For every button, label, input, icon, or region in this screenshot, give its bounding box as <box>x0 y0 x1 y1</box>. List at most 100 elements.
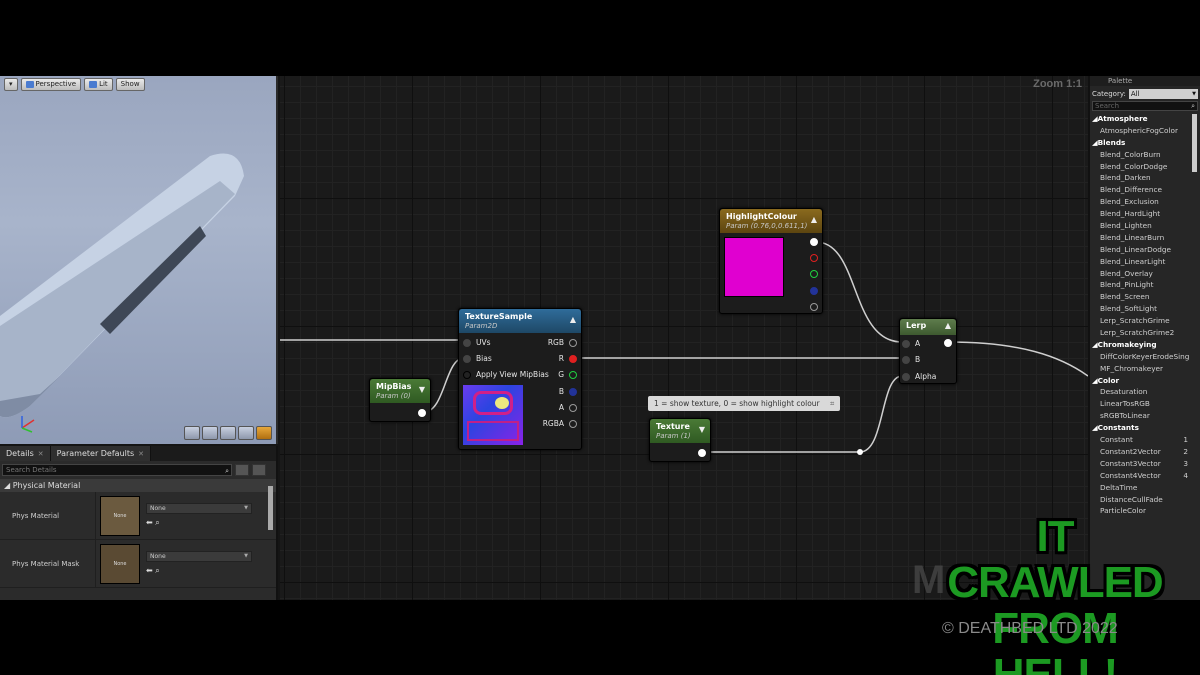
collapse-icon[interactable]: ▲ <box>570 315 576 324</box>
palette-item[interactable]: Constant 1 <box>1090 434 1200 446</box>
palette-group[interactable]: ◢Chromakeying <box>1090 339 1200 351</box>
cube-preview-button[interactable] <box>238 426 254 440</box>
palette-item[interactable]: Blend_ColorBurn <box>1090 149 1200 161</box>
show-button[interactable]: Show <box>115 78 145 91</box>
phys-material-mask-thumbnail[interactable]: None <box>100 543 140 584</box>
palette-scrollbar[interactable] <box>1192 114 1197 172</box>
phys-material-thumbnail[interactable]: None <box>100 495 140 536</box>
collapse-icon[interactable]: ▼ <box>419 385 425 394</box>
palette-item[interactable]: Constant2Vector 2 <box>1090 446 1200 458</box>
preview-viewport[interactable]: ▾ Perspective Lit Show <box>0 76 278 444</box>
node-texture[interactable]: Texture Param (1) ▼ <box>649 418 711 462</box>
palette-group[interactable]: ◢Constants <box>1090 422 1200 434</box>
pin-rgba[interactable] <box>810 238 818 246</box>
sphere-preview-button[interactable] <box>202 426 218 440</box>
palette-item[interactable]: DeltaTime <box>1090 482 1200 494</box>
tab-parameter-defaults[interactable]: Parameter Defaults ✕ <box>50 446 152 461</box>
palette-item[interactable]: Blend_Darken <box>1090 172 1200 184</box>
collapse-icon[interactable]: ▲ <box>945 321 951 330</box>
tab-details[interactable]: Details ✕ <box>0 446 51 461</box>
palette-item[interactable]: Blend_HardLight <box>1090 208 1200 220</box>
pin-output[interactable] <box>418 409 426 417</box>
palette-group[interactable]: ◢Color <box>1090 375 1200 387</box>
details-panel: Details ✕ Parameter Defaults ✕ Search De… <box>0 446 278 600</box>
close-icon[interactable]: ✕ <box>138 450 144 458</box>
lit-button[interactable]: Lit <box>84 78 113 91</box>
view-options-button[interactable] <box>252 464 266 476</box>
palette-item[interactable]: Constant4Vector 4 <box>1090 470 1200 482</box>
phys-material-mask-dropdown[interactable]: None <box>146 551 252 562</box>
pin-b[interactable]: B <box>902 355 920 364</box>
comment-bubble[interactable]: 1 = show texture, 0 = show highlight col… <box>648 396 841 411</box>
pin-bias[interactable]: Bias <box>463 354 492 363</box>
palette-item[interactable]: Constant3Vector 3 <box>1090 458 1200 470</box>
palette-item[interactable]: Blend_Difference <box>1090 184 1200 196</box>
palette-item[interactable]: Blend_SoftLight <box>1090 303 1200 315</box>
palette-item[interactable]: Blend_Exclusion <box>1090 196 1200 208</box>
pin-a[interactable]: A <box>902 339 920 348</box>
palette-item[interactable]: sRGBToLinear <box>1090 410 1200 422</box>
browse-search-icon[interactable]: ⌕ <box>155 518 159 527</box>
property-matrix-button[interactable] <box>235 464 249 476</box>
palette-item[interactable]: Blend_PinLight <box>1090 279 1200 291</box>
palette-item-label: DistanceCullFade <box>1100 494 1163 504</box>
palette-item[interactable]: Blend_Screen <box>1090 291 1200 303</box>
pin-output[interactable] <box>944 339 952 347</box>
palette-item[interactable]: Blend_Overlay <box>1090 268 1200 280</box>
pin-output[interactable] <box>698 449 706 457</box>
node-title: Texture <box>656 422 690 431</box>
collapse-icon[interactable]: ▲ <box>811 215 817 224</box>
pin-rgb[interactable]: RGB <box>548 338 577 347</box>
palette-item[interactable]: MF_Chromakeyer <box>1090 363 1200 375</box>
palette-item[interactable]: Blend_ColorDodge <box>1090 161 1200 173</box>
close-icon[interactable]: ✕ <box>38 450 44 458</box>
pin-a[interactable] <box>810 303 818 311</box>
palette-item[interactable]: Lerp_ScratchGrime <box>1090 315 1200 327</box>
pin-apply-view-mipbias[interactable]: Apply View MipBias <box>463 370 549 379</box>
node-highlight-colour[interactable]: HighlightColour Param (0.76,0,0.611,1) ▲ <box>719 208 823 314</box>
category-dropdown[interactable]: All <box>1128 89 1198 99</box>
phys-material-dropdown[interactable]: None <box>146 503 252 514</box>
use-selected-arrow-icon[interactable]: ⬅ <box>146 518 153 527</box>
palette-item[interactable]: AtmosphericFogColor <box>1090 125 1200 137</box>
palette-search-input[interactable]: Search <box>1092 101 1198 111</box>
pin-b[interactable]: B <box>559 387 577 396</box>
palette-item[interactable]: Lerp_ScratchGrime2 <box>1090 327 1200 339</box>
collapse-icon[interactable]: ▼ <box>699 425 705 434</box>
palette-item[interactable]: Blend_Lighten <box>1090 220 1200 232</box>
perspective-button[interactable]: Perspective <box>20 78 82 91</box>
pin-alpha[interactable]: Alpha <box>902 372 936 381</box>
palette-item[interactable]: Desaturation <box>1090 386 1200 398</box>
node-mipbias[interactable]: MipBias Param (0) ▼ <box>369 378 431 422</box>
palette-item[interactable]: Blend_LinearBurn <box>1090 232 1200 244</box>
palette-item[interactable]: DiffColorKeyerErodeSing <box>1090 351 1200 363</box>
node-lerp[interactable]: Lerp ▲ A B Alpha <box>899 318 957 384</box>
use-selected-arrow-icon[interactable]: ⬅ <box>146 566 153 575</box>
palette-group[interactable]: ◢Blends <box>1090 137 1200 149</box>
pin-g[interactable]: G <box>558 370 577 379</box>
details-search-input[interactable]: Search Details ⌕ <box>2 464 232 476</box>
cylinder-preview-button[interactable] <box>184 426 200 440</box>
pin-uvs[interactable]: UVs <box>463 338 491 347</box>
palette-item[interactable]: Blend_LinearDodge <box>1090 244 1200 256</box>
palette-tab[interactable]: Palette <box>1090 76 1200 86</box>
pin-r[interactable] <box>810 254 818 262</box>
pin-r[interactable]: R <box>559 354 577 363</box>
browse-search-icon[interactable]: ⌕ <box>155 566 159 575</box>
pin-rgba[interactable]: RGBA <box>543 419 577 428</box>
show-label: Show <box>120 80 140 88</box>
palette-item[interactable]: DistanceCullFade <box>1090 494 1200 506</box>
pin-b[interactable] <box>810 287 818 295</box>
details-scrollbar[interactable] <box>268 486 273 530</box>
pin-g[interactable] <box>810 270 818 278</box>
comment-pin-icon[interactable]: ⌗ <box>830 399 834 408</box>
physical-material-section[interactable]: ◢ Physical Material <box>0 479 276 492</box>
palette-item[interactable]: Blend_LinearLight <box>1090 256 1200 268</box>
palette-group[interactable]: ◢Atmosphere <box>1090 113 1200 125</box>
pin-a[interactable]: A <box>559 403 577 412</box>
plane-preview-button[interactable] <box>220 426 236 440</box>
viewport-menu-button[interactable]: ▾ <box>4 78 18 91</box>
node-texture-sample[interactable]: TextureSample Param2D ▲ UVs Bias Apply V… <box>458 308 582 450</box>
palette-item[interactable]: LinearTosRGB <box>1090 398 1200 410</box>
teapot-preview-button[interactable] <box>256 426 272 440</box>
